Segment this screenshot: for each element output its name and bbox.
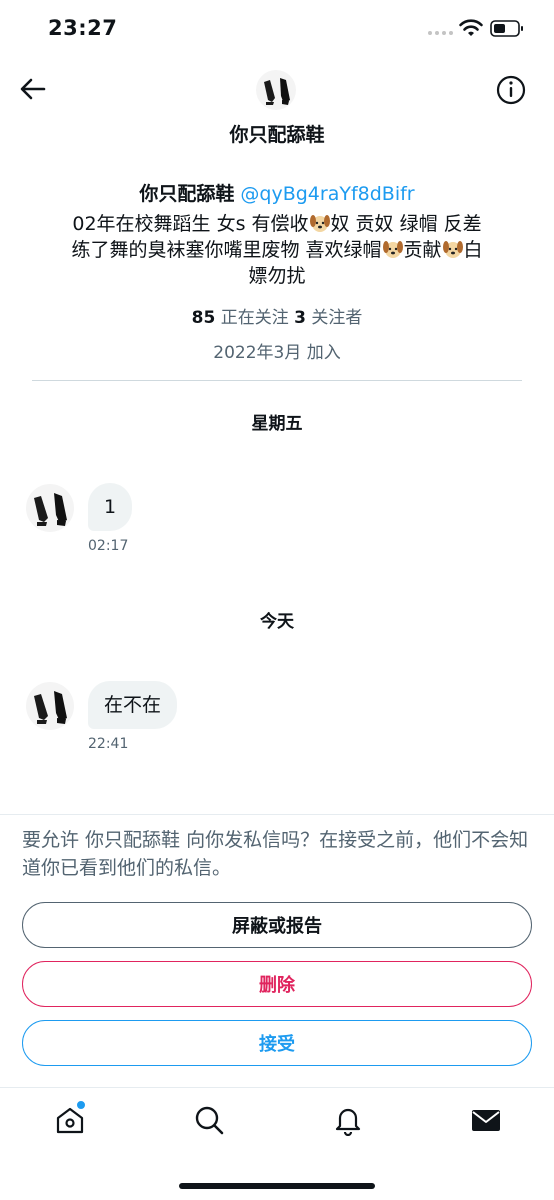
bio-text: 练了舞的臭袜塞你嘴里废物 喜欢绿帽 (71, 239, 382, 261)
block-or-report-button[interactable]: 屏蔽或报告 (22, 902, 532, 948)
bio-text: 奴 贡奴 绿帽 反差 (330, 213, 482, 235)
joined-date: 2022年3月 加入 (213, 343, 341, 363)
sender-avatar[interactable] (26, 682, 74, 730)
accept-button[interactable]: 接受 (22, 1020, 532, 1066)
panel-divider (0, 814, 554, 815)
bio-text: 嫖勿扰 (248, 265, 306, 287)
profile-name: 你只配舔鞋 (139, 183, 235, 205)
dog-emoji-icon (382, 241, 403, 258)
header-avatar[interactable] (256, 70, 296, 110)
info-icon[interactable] (495, 74, 527, 106)
message-bubble[interactable]: 1 (88, 483, 133, 531)
search-icon[interactable] (193, 1104, 225, 1136)
profile-name-line[interactable]: 你只配舔鞋 @qyBg4raYf8dBifr (0, 179, 554, 206)
bio-text: 贡献 (403, 239, 442, 261)
back-arrow-icon[interactable] (18, 74, 48, 104)
followers-label[interactable]: 关注者 (311, 308, 362, 328)
delete-button[interactable]: 删除 (22, 961, 532, 1007)
message-time: 02:17 (88, 538, 129, 554)
follow-stats: 85 正在关注 3 关注者 (0, 303, 554, 328)
signal-icon (428, 31, 453, 35)
dog-emoji-icon (442, 241, 463, 258)
day-label: 星期五 (251, 414, 303, 434)
message-time: 22:41 (88, 736, 129, 752)
bio-text: 02年在校舞蹈生 女s 有偿收 (72, 213, 309, 235)
tab-bar-divider (0, 1087, 554, 1088)
sender-avatar[interactable] (26, 484, 74, 532)
notification-dot (76, 1100, 86, 1110)
page-title: 你只配舔鞋 (229, 124, 325, 146)
status-time: 23:27 (48, 16, 118, 40)
dog-emoji-icon (309, 215, 330, 232)
battery-icon (490, 20, 523, 37)
wifi-icon (459, 19, 483, 36)
bio-text: 白 (463, 239, 483, 261)
profile-bio: 02年在校舞蹈生 女s 有偿收奴 贡奴 绿帽 反差 练了舞的臭袜塞你嘴里废物 喜… (40, 211, 514, 289)
day-label: 今天 (260, 612, 294, 632)
bell-icon[interactable] (332, 1104, 364, 1136)
message-bubble[interactable]: 在不在 (88, 681, 178, 729)
request-prompt: 要允许 你只配舔鞋 向你发私信吗？在接受之前，他们不会知道你已看到他们的私信。 (22, 829, 529, 879)
following-label[interactable]: 正在关注 (221, 308, 289, 328)
profile-handle[interactable]: @qyBg4raYf8dBifr (240, 183, 414, 205)
mail-icon[interactable] (470, 1104, 502, 1136)
followers-count[interactable]: 3 (294, 308, 306, 328)
home-indicator (179, 1183, 375, 1189)
following-count[interactable]: 85 (192, 308, 216, 328)
divider (32, 380, 522, 381)
